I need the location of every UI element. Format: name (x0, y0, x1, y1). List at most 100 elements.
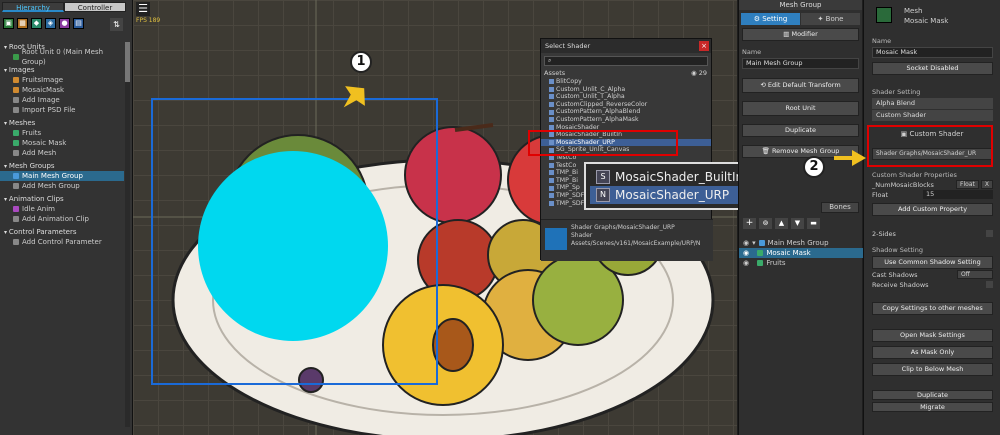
clip-to-below-button[interactable]: Clip to Below Mesh (872, 363, 993, 376)
shader-list-item[interactable]: CustomClipped_ReverseColor (541, 101, 711, 109)
common-shadow-button[interactable]: Use Common Shadow Setting (872, 256, 993, 269)
shader-list-item[interactable]: Custom_Unlit_T_Alpha (541, 93, 711, 101)
close-icon[interactable]: × (699, 41, 709, 51)
shader-graph-icon (545, 228, 567, 250)
shader-list-item[interactable]: Custom_Unlit_C_Alpha (541, 86, 711, 94)
image-icon[interactable]: ▦ (17, 18, 28, 29)
section-meshes[interactable]: Meshes (0, 118, 124, 128)
list-item[interactable]: ◉ Fruits (739, 258, 863, 268)
list-item[interactable]: Idle Anim (0, 204, 124, 214)
two-sides-checkbox[interactable] (986, 230, 993, 237)
hierarchy-tree: Root Units Root Unit 0 (Main Mesh Group)… (0, 42, 124, 247)
list-item[interactable]: Main Mesh Group (0, 171, 124, 181)
name-field[interactable]: Mosaic Mask (872, 47, 993, 58)
list-item[interactable]: ◉ Mosaic Mask (739, 248, 863, 258)
menu-icon[interactable]: ☰ (136, 2, 150, 16)
name-field[interactable]: Main Mesh Group (742, 58, 859, 69)
mesh-group-icon[interactable]: ◈ (45, 18, 56, 29)
mosaic-mask-circle[interactable] (198, 151, 388, 341)
shader-list-item[interactable]: CustomPattern_AlphaBlend (541, 108, 711, 116)
list-item[interactable]: Mosaic Mask (0, 138, 124, 148)
list-item[interactable]: FruitsImage (0, 75, 124, 85)
list-item[interactable]: ◉ ▾ Main Mesh Group (739, 238, 863, 248)
tab-controller[interactable]: Controller (64, 2, 126, 12)
root-unit-button[interactable]: Root Unit (742, 101, 859, 116)
copy-settings-button[interactable]: Copy Settings to other meshes (872, 302, 993, 315)
animation-icon[interactable]: ● (59, 18, 70, 29)
prop-value-field[interactable]: 15 (923, 190, 993, 199)
mesh-group-tabs: ⚙ Setting ✦ Bone (741, 13, 860, 25)
list-item[interactable]: Add Image (0, 95, 124, 105)
tab-bones[interactable]: Bones (821, 202, 859, 213)
trash-icon[interactable]: ▬ (807, 218, 820, 229)
add-icon (13, 183, 19, 189)
shader-list-item[interactable]: CustomPattern_AlphaMask (541, 116, 711, 124)
shader-mode-select[interactable]: Custom Shader (872, 110, 993, 121)
move-down-icon[interactable]: ▼ (791, 218, 804, 229)
parameter-icon[interactable]: ▤ (73, 18, 84, 29)
duplicate-button[interactable]: Duplicate (742, 124, 859, 137)
tab-bone[interactable]: ✦ Bone (801, 13, 860, 25)
cast-shadows-select[interactable]: Off (957, 270, 993, 279)
migrate-button[interactable]: Migrate (872, 402, 993, 412)
list-item[interactable]: MosaicMask (0, 85, 124, 95)
image-icon (13, 77, 19, 83)
shader-icon (549, 109, 554, 115)
section-mesh-groups[interactable]: Mesh Groups (0, 161, 124, 171)
step-badge-2: 2 (803, 156, 825, 178)
add-icon[interactable]: + (743, 218, 756, 229)
prop-value-label: Float (872, 191, 889, 199)
edit-default-transform-button[interactable]: ⟲ Edit Default Transform (742, 78, 859, 93)
prop-type-select[interactable]: Float (956, 180, 979, 189)
eye-icon[interactable]: ◉ (743, 238, 749, 248)
section-control-parameters[interactable]: Control Parameters (0, 227, 124, 237)
list-item[interactable]: Add Mesh (0, 148, 124, 158)
mesh-icon (757, 260, 764, 266)
section-animation-clips[interactable]: Animation Clips (0, 194, 124, 204)
sort-icon[interactable]: ⇅ (110, 18, 123, 31)
eye-icon[interactable]: ◉ (743, 248, 749, 258)
mesh-icon (13, 130, 19, 136)
hierarchy-scrollbar[interactable] (125, 42, 130, 427)
receive-shadows-label: Receive Shadows (872, 281, 929, 289)
tab-setting[interactable]: ⚙ Setting (741, 13, 800, 25)
open-mask-settings-button[interactable]: Open Mask Settings (872, 329, 993, 342)
inspector-title: Mosaic Mask (904, 17, 949, 25)
as-mask-only-button[interactable]: As Mask Only (872, 346, 993, 359)
mesh-group-tree: ◉ ▾ Main Mesh Group ◉ Mosaic Mask ◉ Frui… (739, 238, 863, 268)
list-item[interactable]: Fruits (0, 128, 124, 138)
remove-prop-button[interactable]: X (980, 180, 993, 189)
mesh-group-panel: Mesh Group ⚙ Setting ✦ Bone ▥ Modifier N… (738, 0, 863, 435)
shader-icon (549, 117, 554, 123)
tab-hierarchy[interactable]: Hierarchy (2, 2, 64, 12)
move-up-icon[interactable]: ▲ (775, 218, 788, 229)
eye-icon[interactable]: ◉ (743, 258, 749, 268)
add-custom-property-button[interactable]: Add Custom Property (872, 203, 993, 216)
list-item[interactable]: Add Control Parameter (0, 237, 124, 247)
receive-shadows-checkbox[interactable] (986, 281, 993, 288)
duplicate-button[interactable]: Duplicate (872, 390, 993, 400)
link-icon[interactable]: ⊚ (759, 218, 772, 229)
step-badge-1: 1 (350, 51, 372, 73)
shader-list-item[interactable]: BlitCopy (541, 78, 711, 86)
list-item[interactable]: Add Animation Clip (0, 214, 124, 224)
hierarchy-tabs: Hierarchy Controller (2, 2, 126, 12)
shader-icon (549, 162, 554, 168)
socket-button[interactable]: Socket Disabled (872, 62, 993, 75)
eye-icon: ◉ (690, 69, 697, 77)
add-icon (13, 97, 19, 103)
modifier-button[interactable]: ▥ Modifier (742, 28, 859, 41)
search-input[interactable]: ⌕ (544, 56, 708, 66)
mesh-icon (757, 250, 764, 256)
root-unit-icon[interactable]: ▣ (3, 18, 14, 29)
add-icon (13, 216, 19, 222)
mesh-icon[interactable]: ◆ (31, 18, 42, 29)
apple (404, 126, 502, 224)
arrow-icon (343, 86, 365, 108)
list-item[interactable]: Import PSD File (0, 105, 124, 115)
shader-setting-label: Shader Setting (872, 88, 921, 96)
list-item[interactable]: Add Mesh Group (0, 181, 124, 191)
list-item[interactable]: Root Unit 0 (Main Mesh Group) (0, 48, 124, 66)
blend-mode-select[interactable]: Alpha Blend (872, 98, 993, 109)
cast-shadows-label: Cast Shadows (872, 271, 918, 279)
